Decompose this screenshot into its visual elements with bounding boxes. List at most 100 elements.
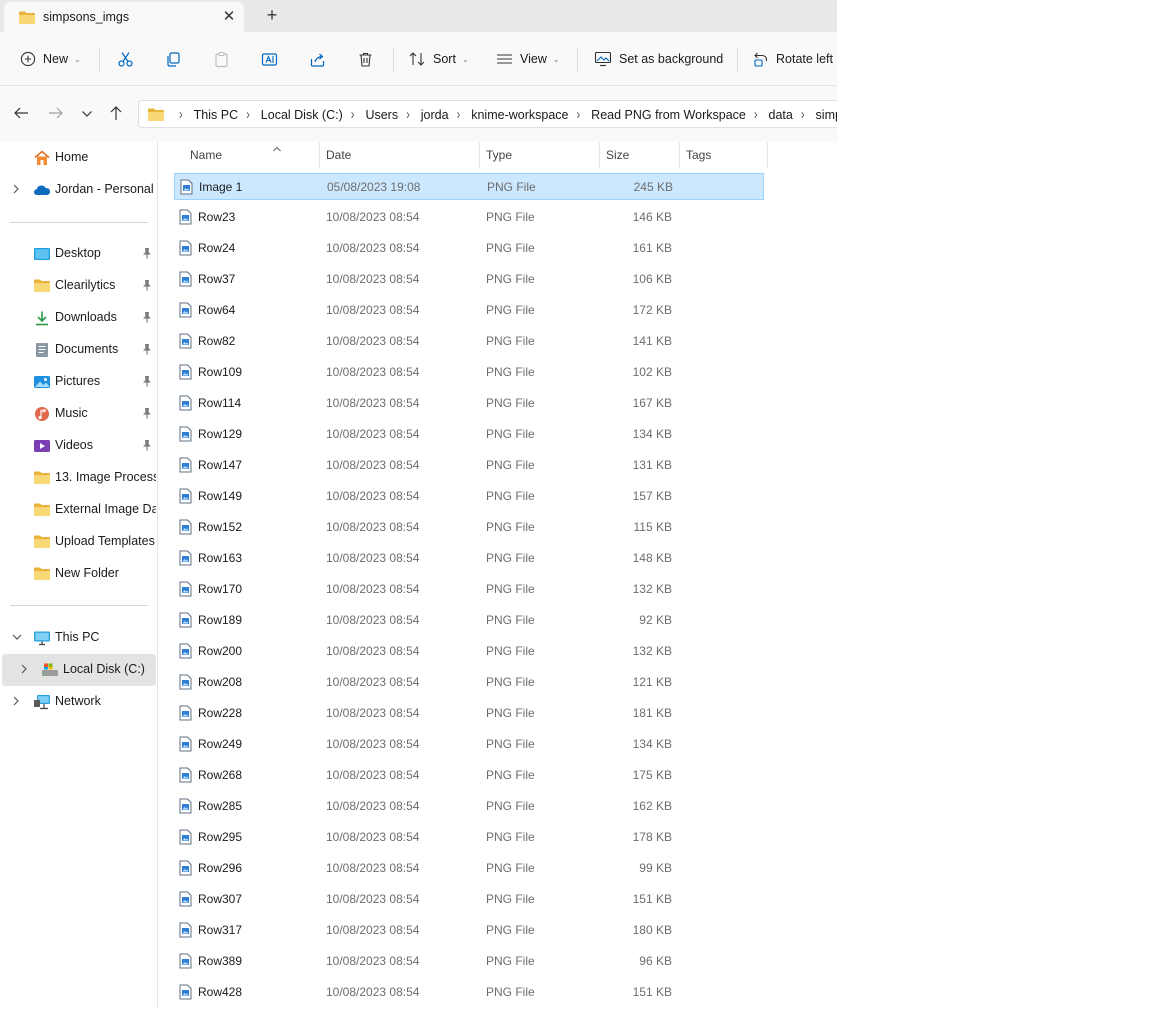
breadcrumb-item[interactable]: simpsons_imgs: [816, 108, 837, 122]
copy-button[interactable]: [165, 47, 182, 71]
file-name: Row24: [198, 241, 236, 255]
nav-item-desktop[interactable]: Desktop: [2, 238, 156, 270]
file-row[interactable]: Row200 10/08/2023 08:54 PNG File 132 KB: [174, 638, 764, 665]
nav-home[interactable]: Home: [2, 142, 156, 174]
file-row[interactable]: Row64 10/08/2023 08:54 PNG File 172 KB: [174, 297, 764, 324]
breadcrumb-separator-icon[interactable]: ›: [801, 107, 805, 123]
file-row[interactable]: Row249 10/08/2023 08:54 PNG File 134 KB: [174, 731, 764, 758]
file-row[interactable]: Image 1 05/08/2023 19:08 PNG File 245 KB: [174, 173, 764, 200]
nav-onedrive[interactable]: Jordan - Personal: [2, 174, 156, 206]
column-header-date[interactable]: Date: [320, 142, 480, 168]
file-row[interactable]: Row428 10/08/2023 08:54 PNG File 151 KB: [174, 979, 764, 1006]
nav-item-13-image-processing[interactable]: 13. Image Processing: [2, 462, 156, 494]
up-button[interactable]: [106, 105, 126, 123]
nav-item-downloads[interactable]: Downloads: [2, 302, 156, 334]
new-button[interactable]: New ⌄: [20, 47, 81, 71]
pin-icon[interactable]: [141, 375, 153, 390]
pin-icon[interactable]: [141, 407, 153, 422]
breadcrumb-separator-icon[interactable]: ›: [577, 107, 581, 123]
breadcrumb-separator-icon[interactable]: ›: [406, 107, 410, 123]
breadcrumb-separator-icon[interactable]: ›: [179, 107, 183, 123]
nav-local-disk[interactable]: Local Disk (C:): [2, 654, 156, 686]
column-header-size[interactable]: Size: [600, 142, 680, 168]
back-button[interactable]: [11, 105, 31, 123]
file-row[interactable]: Row152 10/08/2023 08:54 PNG File 115 KB: [174, 514, 764, 541]
nav-item-new-folder[interactable]: New Folder: [2, 558, 156, 590]
breadcrumb-separator-icon[interactable]: ›: [457, 107, 461, 123]
file-row[interactable]: Row285 10/08/2023 08:54 PNG File 162 KB: [174, 793, 764, 820]
file-row[interactable]: Row208 10/08/2023 08:54 PNG File 121 KB: [174, 669, 764, 696]
nav-network[interactable]: Network: [2, 686, 156, 718]
set-as-background-button[interactable]: Set as background: [594, 47, 723, 71]
forward-button[interactable]: [46, 105, 66, 123]
nav-item-upload-templates[interactable]: Upload Templates: [2, 526, 156, 558]
pin-icon[interactable]: [141, 311, 153, 326]
breadcrumb-separator-icon[interactable]: ›: [351, 107, 355, 123]
file-row[interactable]: Row129 10/08/2023 08:54 PNG File 134 KB: [174, 421, 764, 448]
breadcrumb-item[interactable]: This PC: [194, 108, 238, 122]
file-row[interactable]: Row24 10/08/2023 08:54 PNG File 161 KB: [174, 235, 764, 262]
pin-icon[interactable]: [141, 343, 153, 358]
delete-button[interactable]: [357, 47, 374, 71]
column-header-tags[interactable]: Tags: [680, 142, 768, 168]
file-row[interactable]: Row268 10/08/2023 08:54 PNG File 175 KB: [174, 762, 764, 789]
breadcrumb-item[interactable]: jorda: [421, 108, 449, 122]
new-tab-button[interactable]: +: [262, 5, 282, 25]
rotate-left-button[interactable]: Rotate left: [752, 47, 833, 71]
sort-button[interactable]: Sort ⌄: [408, 47, 469, 71]
nav-this-pc[interactable]: This PC: [2, 622, 156, 654]
breadcrumb-item[interactable]: Users: [365, 108, 398, 122]
paste-button[interactable]: [213, 47, 230, 71]
nav-item-external-image-data[interactable]: External Image Data: [2, 494, 156, 526]
column-label: Size: [606, 148, 630, 162]
file-row[interactable]: Row149 10/08/2023 08:54 PNG File 157 KB: [174, 483, 764, 510]
close-tab-icon[interactable]: ✕: [219, 7, 239, 27]
tab-simpsons-imgs[interactable]: simpsons_imgs ✕: [4, 2, 244, 32]
nav-item-videos[interactable]: Videos: [2, 430, 156, 462]
breadcrumb-separator-icon[interactable]: ›: [246, 107, 250, 123]
breadcrumb-item[interactable]: Read PNG from Workspace: [591, 108, 746, 122]
command-bar: New ⌄ Sort ⌄ View ⌄ Set as background Ro…: [0, 32, 837, 86]
breadcrumb-item[interactable]: knime-workspace: [471, 108, 568, 122]
file-row[interactable]: Row296 10/08/2023 08:54 PNG File 99 KB: [174, 855, 764, 882]
file-row[interactable]: Row170 10/08/2023 08:54 PNG File 132 KB: [174, 576, 764, 603]
breadcrumb-item[interactable]: data: [769, 108, 793, 122]
pin-icon[interactable]: [141, 439, 153, 454]
breadcrumb: › This PC › Local Disk (C:) › Users › jorda › kni…: [171, 101, 837, 127]
file-row[interactable]: Row389 10/08/2023 08:54 PNG File 96 KB: [174, 948, 764, 975]
file-type: PNG File: [486, 613, 535, 627]
file-row[interactable]: Row295 10/08/2023 08:54 PNG File 178 KB: [174, 824, 764, 851]
rename-button[interactable]: [261, 47, 278, 71]
file-size: 99 KB: [639, 861, 672, 875]
nav-item-pictures[interactable]: Pictures: [2, 366, 156, 398]
pin-icon[interactable]: [141, 247, 153, 262]
file-list: Name Date Type Size Tags Image 1 05/08/20…: [159, 142, 837, 1009]
view-button[interactable]: View ⌄: [496, 47, 560, 71]
nav-item-clearilytics[interactable]: Clearilytics: [2, 270, 156, 302]
nav-item-documents[interactable]: Documents: [2, 334, 156, 366]
cut-button[interactable]: [117, 47, 134, 71]
nav-item-music[interactable]: Music: [2, 398, 156, 430]
file-row[interactable]: Row317 10/08/2023 08:54 PNG File 180 KB: [174, 917, 764, 944]
address-bar[interactable]: › This PC › Local Disk (C:) › Users › jorda › kni…: [138, 100, 837, 128]
pin-icon[interactable]: [141, 279, 153, 294]
file-row[interactable]: Row163 10/08/2023 08:54 PNG File 148 KB: [174, 545, 764, 572]
recent-locations-button[interactable]: [77, 105, 97, 123]
file-row[interactable]: Row37 10/08/2023 08:54 PNG File 106 KB: [174, 266, 764, 293]
file-row[interactable]: Row228 10/08/2023 08:54 PNG File 181 KB: [174, 700, 764, 727]
file-row[interactable]: Row307 10/08/2023 08:54 PNG File 151 KB: [174, 886, 764, 913]
file-row[interactable]: Row114 10/08/2023 08:54 PNG File 167 KB: [174, 390, 764, 417]
file-date: 10/08/2023 08:54: [326, 985, 420, 999]
share-button[interactable]: [309, 47, 326, 71]
file-row[interactable]: Row109 10/08/2023 08:54 PNG File 102 KB: [174, 359, 764, 386]
breadcrumb-item[interactable]: Local Disk (C:): [261, 108, 343, 122]
file-row[interactable]: Row189 10/08/2023 08:54 PNG File 92 KB: [174, 607, 764, 634]
file-name: Row428: [198, 985, 243, 999]
file-row[interactable]: Row82 10/08/2023 08:54 PNG File 141 KB: [174, 328, 764, 355]
breadcrumb-separator-icon[interactable]: ›: [754, 107, 758, 123]
file-type: PNG File: [486, 458, 535, 472]
file-row[interactable]: Row147 10/08/2023 08:54 PNG File 131 KB: [174, 452, 764, 479]
column-header-name[interactable]: Name: [184, 142, 320, 168]
column-header-type[interactable]: Type: [480, 142, 600, 168]
file-row[interactable]: Row23 10/08/2023 08:54 PNG File 146 KB: [174, 204, 764, 231]
